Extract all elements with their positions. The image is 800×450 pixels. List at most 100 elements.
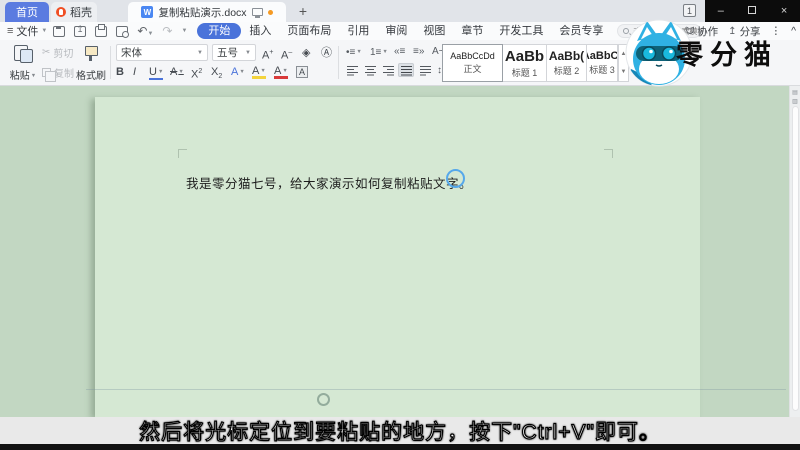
phonetic-guide-button[interactable]: Ⓐ (321, 45, 332, 61)
print-icon[interactable] (95, 23, 108, 37)
tab-docer[interactable]: 稻壳 (51, 2, 97, 22)
strike-caret-icon: ▼ (178, 69, 184, 75)
subtitle-text: 然后将光标定位到要粘贴的地方，按下"Ctrl+V"即可。 (138, 420, 661, 444)
style-heading2[interactable]: AaBb( 标题 2 (547, 44, 587, 82)
effects-caret-icon: ▼ (239, 69, 245, 75)
tab-docer-label: 稻壳 (70, 7, 92, 19)
align-center-icon (364, 65, 376, 75)
font-color-button[interactable]: A▼ (274, 63, 288, 79)
page-nav-icon[interactable]: ▥ (791, 98, 799, 105)
underline-button[interactable]: U▼ (149, 64, 164, 80)
char-border-button[interactable]: A (296, 64, 309, 80)
increase-font-button[interactable]: A+ (262, 45, 273, 62)
maximize-icon (748, 6, 757, 14)
quick-access-toolbar: ↶▼ ↷ ▼ (53, 23, 187, 38)
highlight-color-button[interactable]: A▼ (252, 63, 266, 79)
file-menu-button[interactable]: ≡ 文件 ▼ (0, 23, 53, 39)
undo-caret-icon: ▼ (147, 31, 154, 37)
align-center-button[interactable] (362, 63, 378, 77)
format-painter-brush-icon (83, 45, 99, 62)
toolbar-separator (338, 46, 339, 79)
copy-button[interactable]: 复制 (42, 65, 74, 82)
close-button[interactable]: × (775, 5, 793, 17)
video-progress-knob[interactable] (317, 393, 330, 406)
hamburger-icon: ≡ (7, 25, 14, 37)
strikethrough-button[interactable]: A▼ (170, 64, 184, 80)
ribbon-tab-section[interactable]: 章节 (453, 23, 491, 39)
video-progress-line (86, 389, 786, 390)
clear-format-button[interactable]: ◈ (302, 45, 310, 61)
document-canvas[interactable]: 我是零分猫七号，给大家演示如何复制粘贴文字。 (0, 86, 789, 417)
text-effects-button[interactable]: A▼ (231, 64, 245, 80)
video-bottom-bar (0, 444, 800, 450)
format-painter-button[interactable]: 格式刷 (76, 43, 106, 83)
ruler-toggle-icon[interactable]: ▤ (791, 89, 799, 96)
font-name-caret-icon: ▼ (197, 49, 203, 56)
cut-copy-group: ✂ 剪切 复制 (42, 45, 74, 82)
vertical-scrollbar[interactable]: ▤ ▥ (789, 86, 800, 417)
cut-button[interactable]: ✂ 剪切 (42, 45, 74, 60)
increase-indent-button[interactable]: ≡» (413, 45, 424, 59)
decrease-font-button[interactable]: A– (281, 45, 292, 62)
style-heading3[interactable]: AaBbC( 标题 3 (587, 44, 618, 82)
italic-button[interactable]: I (133, 64, 136, 80)
font-size-caret-icon: ▼ (245, 49, 251, 56)
collapse-ribbon-button[interactable]: ^ (791, 25, 796, 37)
window-controls: – × (705, 0, 800, 22)
chevron-down-icon: ▼ (41, 28, 48, 34)
document-tab-title: 复制粘贴演示.docx (158, 6, 247, 19)
align-left-button[interactable] (344, 63, 360, 77)
undo-icon[interactable]: ↶▼ (137, 24, 153, 38)
bold-button[interactable]: B (116, 64, 124, 80)
ribbon-tab-insert[interactable]: 插入 (241, 23, 279, 39)
distribute-button[interactable] (417, 63, 433, 77)
paste-caret-icon: ▼ (30, 73, 37, 79)
screen-share-icon[interactable] (251, 8, 263, 18)
video-subtitle-band: 然后将光标定位到要粘贴的地方，按下"Ctrl+V"即可。 (0, 417, 800, 444)
copy-icon (42, 68, 56, 82)
ribbon-tab-view[interactable]: 视图 (415, 23, 453, 39)
subscript-button[interactable]: X2 (211, 64, 222, 80)
save-icon[interactable] (53, 25, 66, 37)
window-badge: 1 (683, 4, 696, 17)
docer-flame-icon (56, 7, 66, 17)
font-name-combo[interactable]: 宋体 ▼ (116, 44, 208, 61)
number-list-button[interactable]: 1≡▼ (370, 45, 388, 59)
ribbon-tab-home[interactable]: 开始 (197, 23, 242, 39)
print-preview-icon[interactable] (116, 25, 130, 38)
style-normal[interactable]: AaBbCcDd 正文 (442, 44, 503, 82)
brand-logo-text: 零分猫 (676, 40, 778, 70)
minimize-button[interactable]: – (712, 5, 730, 17)
quick-access-more-icon[interactable]: ▼ (181, 28, 187, 34)
ribbon-tab-member[interactable]: 会员专享 (551, 23, 611, 39)
toolbar-separator (110, 46, 111, 79)
export-icon[interactable] (74, 24, 87, 37)
paste-clipboard-icon (14, 45, 33, 63)
document-page[interactable]: 我是零分猫七号，给大家演示如何复制粘贴文字。 (95, 97, 700, 417)
justify-icon (400, 65, 412, 75)
redo-icon[interactable]: ↷ (162, 24, 172, 38)
ribbon-tab-review[interactable]: 审阅 (377, 23, 415, 39)
document-body-text[interactable]: 我是零分猫七号，给大家演示如何复制粘贴文字。 (186, 173, 472, 192)
align-left-icon (346, 65, 358, 75)
ribbon-tabs: 开始 插入 页面布局 引用 审阅 视图 章节 开发工具 会员专享 (197, 23, 611, 39)
paste-button[interactable]: 粘贴▼ (6, 43, 40, 83)
superscript-button[interactable]: X2 (191, 64, 202, 81)
tab-home[interactable]: 首页 (5, 2, 49, 22)
maximize-button[interactable] (743, 5, 761, 17)
click-indicator-ring (446, 169, 465, 188)
ribbon-tab-references[interactable]: 引用 (339, 23, 377, 39)
distribute-icon (419, 65, 431, 75)
ribbon-tab-page-layout[interactable]: 页面布局 (279, 23, 339, 39)
decrease-indent-button[interactable]: «≡ (394, 45, 405, 59)
font-size-combo[interactable]: 五号 ▼ (212, 44, 256, 61)
align-right-button[interactable] (380, 63, 396, 77)
scrollbar-thumb[interactable] (792, 106, 799, 411)
justify-button[interactable] (398, 63, 414, 77)
tab-document[interactable]: W 复制粘贴演示.docx (128, 2, 286, 22)
ribbon-tab-developer[interactable]: 开发工具 (491, 23, 551, 39)
new-tab-button[interactable]: + (293, 0, 313, 22)
style-heading1[interactable]: AaBb 标题 1 (503, 44, 547, 82)
margin-corner-mark (178, 149, 187, 158)
bullet-list-button[interactable]: •≡▼ (346, 45, 362, 59)
